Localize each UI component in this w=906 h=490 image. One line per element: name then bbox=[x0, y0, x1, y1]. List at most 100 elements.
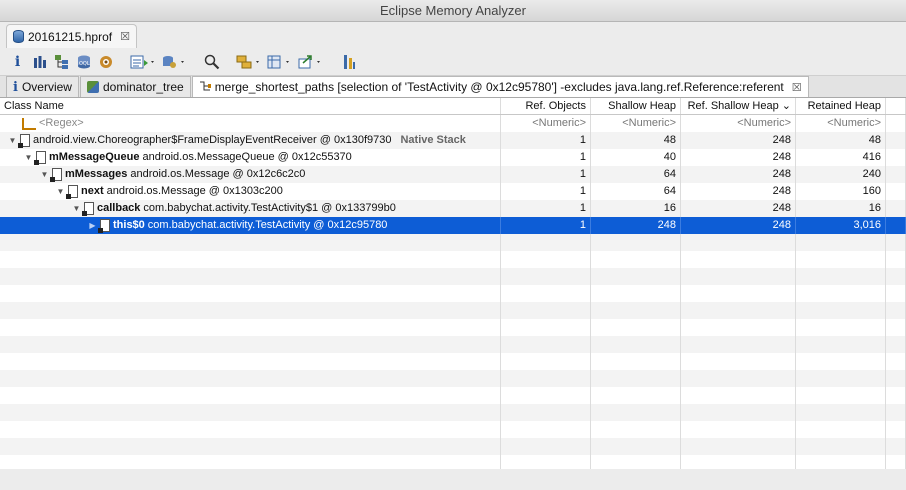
search-icon[interactable] bbox=[202, 52, 221, 71]
close-icon[interactable]: ☒ bbox=[120, 30, 130, 43]
object-label: android.os.Message @ 0x12c6c2c0 bbox=[130, 168, 306, 180]
gc-root-badge: Native Stack bbox=[400, 134, 466, 146]
collapse-arrow-icon[interactable]: ▼ bbox=[8, 132, 17, 149]
numeric-filter-input[interactable]: <Numeric> bbox=[501, 115, 591, 132]
retained-heap-cell: 416 bbox=[796, 149, 886, 166]
object-reference-icon bbox=[66, 185, 78, 199]
empty-row bbox=[0, 353, 906, 370]
filter-row: <Regex> <Numeric> <Numeric> <Numeric> <N… bbox=[0, 115, 906, 132]
empty-row bbox=[0, 370, 906, 387]
tab-dominator-tree[interactable]: dominator_tree bbox=[79, 76, 191, 97]
collapse-arrow-icon[interactable]: ▼ bbox=[40, 166, 49, 183]
table-row[interactable]: ▼ mMessageQueue android.os.MessageQueue @ … bbox=[0, 149, 906, 166]
empty-row bbox=[0, 251, 906, 268]
tab-label: merge_shortest_paths [selection of 'Test… bbox=[214, 80, 784, 94]
reports-icon[interactable] bbox=[129, 52, 157, 71]
table-row[interactable]: ▼ callback com.babychat.activity.TestActiv… bbox=[0, 200, 906, 217]
object-reference-icon bbox=[98, 219, 110, 233]
column-header-retained-heap[interactable]: Retained Heap bbox=[796, 98, 886, 114]
column-header-class-name[interactable]: Class Name bbox=[0, 98, 501, 114]
view-tab-bar: i Overview dominator_tree merge_shortest… bbox=[0, 76, 906, 98]
ref-objects-cell: 1 bbox=[501, 166, 591, 183]
field-name: mMessages bbox=[65, 168, 128, 180]
dominator-tree-icon bbox=[86, 81, 99, 93]
merge-paths-icon bbox=[199, 80, 211, 95]
ref-shallow-heap-cell: 248 bbox=[681, 200, 796, 217]
group-by-icon[interactable] bbox=[235, 52, 263, 71]
column-header-shallow-heap[interactable]: Shallow Heap bbox=[591, 98, 681, 114]
retained-heap-cell: 160 bbox=[796, 183, 886, 200]
info-icon[interactable]: i bbox=[8, 52, 27, 71]
query-browser-icon[interactable] bbox=[160, 52, 188, 71]
calculate-retained-icon[interactable] bbox=[266, 52, 294, 71]
field-name: callback bbox=[97, 202, 141, 214]
file-tab[interactable]: 20161215.hprof ☒ bbox=[6, 24, 137, 48]
ref-objects-cell: 1 bbox=[501, 149, 591, 166]
shallow-heap-cell: 64 bbox=[591, 166, 681, 183]
field-name: next bbox=[81, 185, 104, 197]
dominator-tree-icon[interactable] bbox=[52, 52, 71, 71]
tab-overview[interactable]: i Overview bbox=[6, 76, 79, 97]
shallow-heap-cell: 48 bbox=[591, 132, 681, 149]
column-header-ref-objects[interactable]: Ref. Objects bbox=[501, 98, 591, 114]
object-label: android.view.Choreographer$FrameDisplayE… bbox=[33, 134, 392, 146]
empty-row bbox=[0, 234, 906, 251]
field-name: this$0 bbox=[113, 219, 145, 231]
shallow-heap-cell: 16 bbox=[591, 200, 681, 217]
numeric-filter-input[interactable]: <Numeric> bbox=[796, 115, 886, 132]
heap-dump-overview-icon[interactable] bbox=[96, 52, 115, 71]
retained-heap-cell: 3,016 bbox=[796, 217, 886, 234]
svg-text:OQL: OQL bbox=[79, 61, 90, 67]
shallow-heap-cell: 64 bbox=[591, 183, 681, 200]
table-row[interactable]: ▼ android.view.Choreographer$FrameDisplay… bbox=[0, 132, 906, 149]
numeric-filter-input[interactable]: <Numeric> bbox=[591, 115, 681, 132]
column-header-ref-shallow-heap[interactable]: Ref. Shallow Heap ⌄ bbox=[681, 98, 796, 114]
regex-filter-icon bbox=[22, 117, 36, 130]
table-row[interactable]: ▶ this$0 com.babychat.activity.TestActivit… bbox=[0, 217, 906, 234]
tab-label: dominator_tree bbox=[102, 80, 184, 94]
empty-row bbox=[0, 438, 906, 455]
object-label: com.babychat.activity.TestActivity$1 @ 0… bbox=[143, 202, 396, 214]
export-icon[interactable] bbox=[297, 52, 325, 71]
file-tab-label: 20161215.hprof bbox=[28, 29, 113, 44]
empty-row bbox=[0, 336, 906, 353]
ref-shallow-heap-cell: 248 bbox=[681, 149, 796, 166]
close-icon[interactable]: ☒ bbox=[792, 81, 802, 94]
ref-objects-cell: 1 bbox=[501, 217, 591, 234]
empty-row bbox=[0, 421, 906, 438]
ref-objects-cell: 1 bbox=[501, 132, 591, 149]
object-reference-icon bbox=[18, 134, 30, 148]
ref-shallow-heap-cell: 248 bbox=[681, 217, 796, 234]
empty-row bbox=[0, 302, 906, 319]
collapse-arrow-icon[interactable]: ▼ bbox=[72, 200, 81, 217]
ref-shallow-heap-cell: 248 bbox=[681, 183, 796, 200]
shallow-heap-cell: 248 bbox=[591, 217, 681, 234]
object-label: android.os.Message @ 0x1303c200 bbox=[106, 185, 283, 197]
shallow-heap-cell: 40 bbox=[591, 149, 681, 166]
numeric-filter-input[interactable]: <Numeric> bbox=[681, 115, 796, 132]
regex-filter-input[interactable]: <Regex> bbox=[39, 115, 84, 132]
table-row[interactable]: ▼ mMessages android.os.Message @ 0x12c6c2c… bbox=[0, 166, 906, 183]
oql-icon[interactable]: OQL bbox=[74, 52, 93, 71]
object-reference-icon bbox=[34, 151, 46, 165]
empty-row bbox=[0, 268, 906, 285]
ref-objects-cell: 1 bbox=[501, 183, 591, 200]
ref-objects-cell: 1 bbox=[501, 200, 591, 217]
collapse-arrow-icon[interactable]: ▼ bbox=[24, 149, 33, 166]
ref-shallow-heap-cell: 248 bbox=[681, 132, 796, 149]
empty-row bbox=[0, 387, 906, 404]
empty-row bbox=[0, 404, 906, 421]
ref-shallow-heap-cell: 248 bbox=[681, 166, 796, 183]
editor-tab-bar: 20161215.hprof ☒ bbox=[0, 22, 906, 48]
field-name: mMessageQueue bbox=[49, 151, 140, 163]
toolbar: i OQL bbox=[0, 48, 906, 76]
expand-arrow-icon[interactable]: ▶ bbox=[88, 217, 97, 234]
tab-merge-shortest-paths[interactable]: merge_shortest_paths [selection of 'Test… bbox=[191, 76, 809, 97]
run-expert-icon[interactable] bbox=[339, 52, 358, 71]
heap-dump-icon bbox=[13, 30, 24, 43]
collapse-arrow-icon[interactable]: ▼ bbox=[56, 183, 65, 200]
empty-row bbox=[0, 455, 906, 469]
histogram-icon[interactable] bbox=[30, 52, 49, 71]
table-row[interactable]: ▼ next android.os.Message @ 0x1303c200 1 64 2… bbox=[0, 183, 906, 200]
window-title: Eclipse Memory Analyzer bbox=[0, 0, 906, 22]
